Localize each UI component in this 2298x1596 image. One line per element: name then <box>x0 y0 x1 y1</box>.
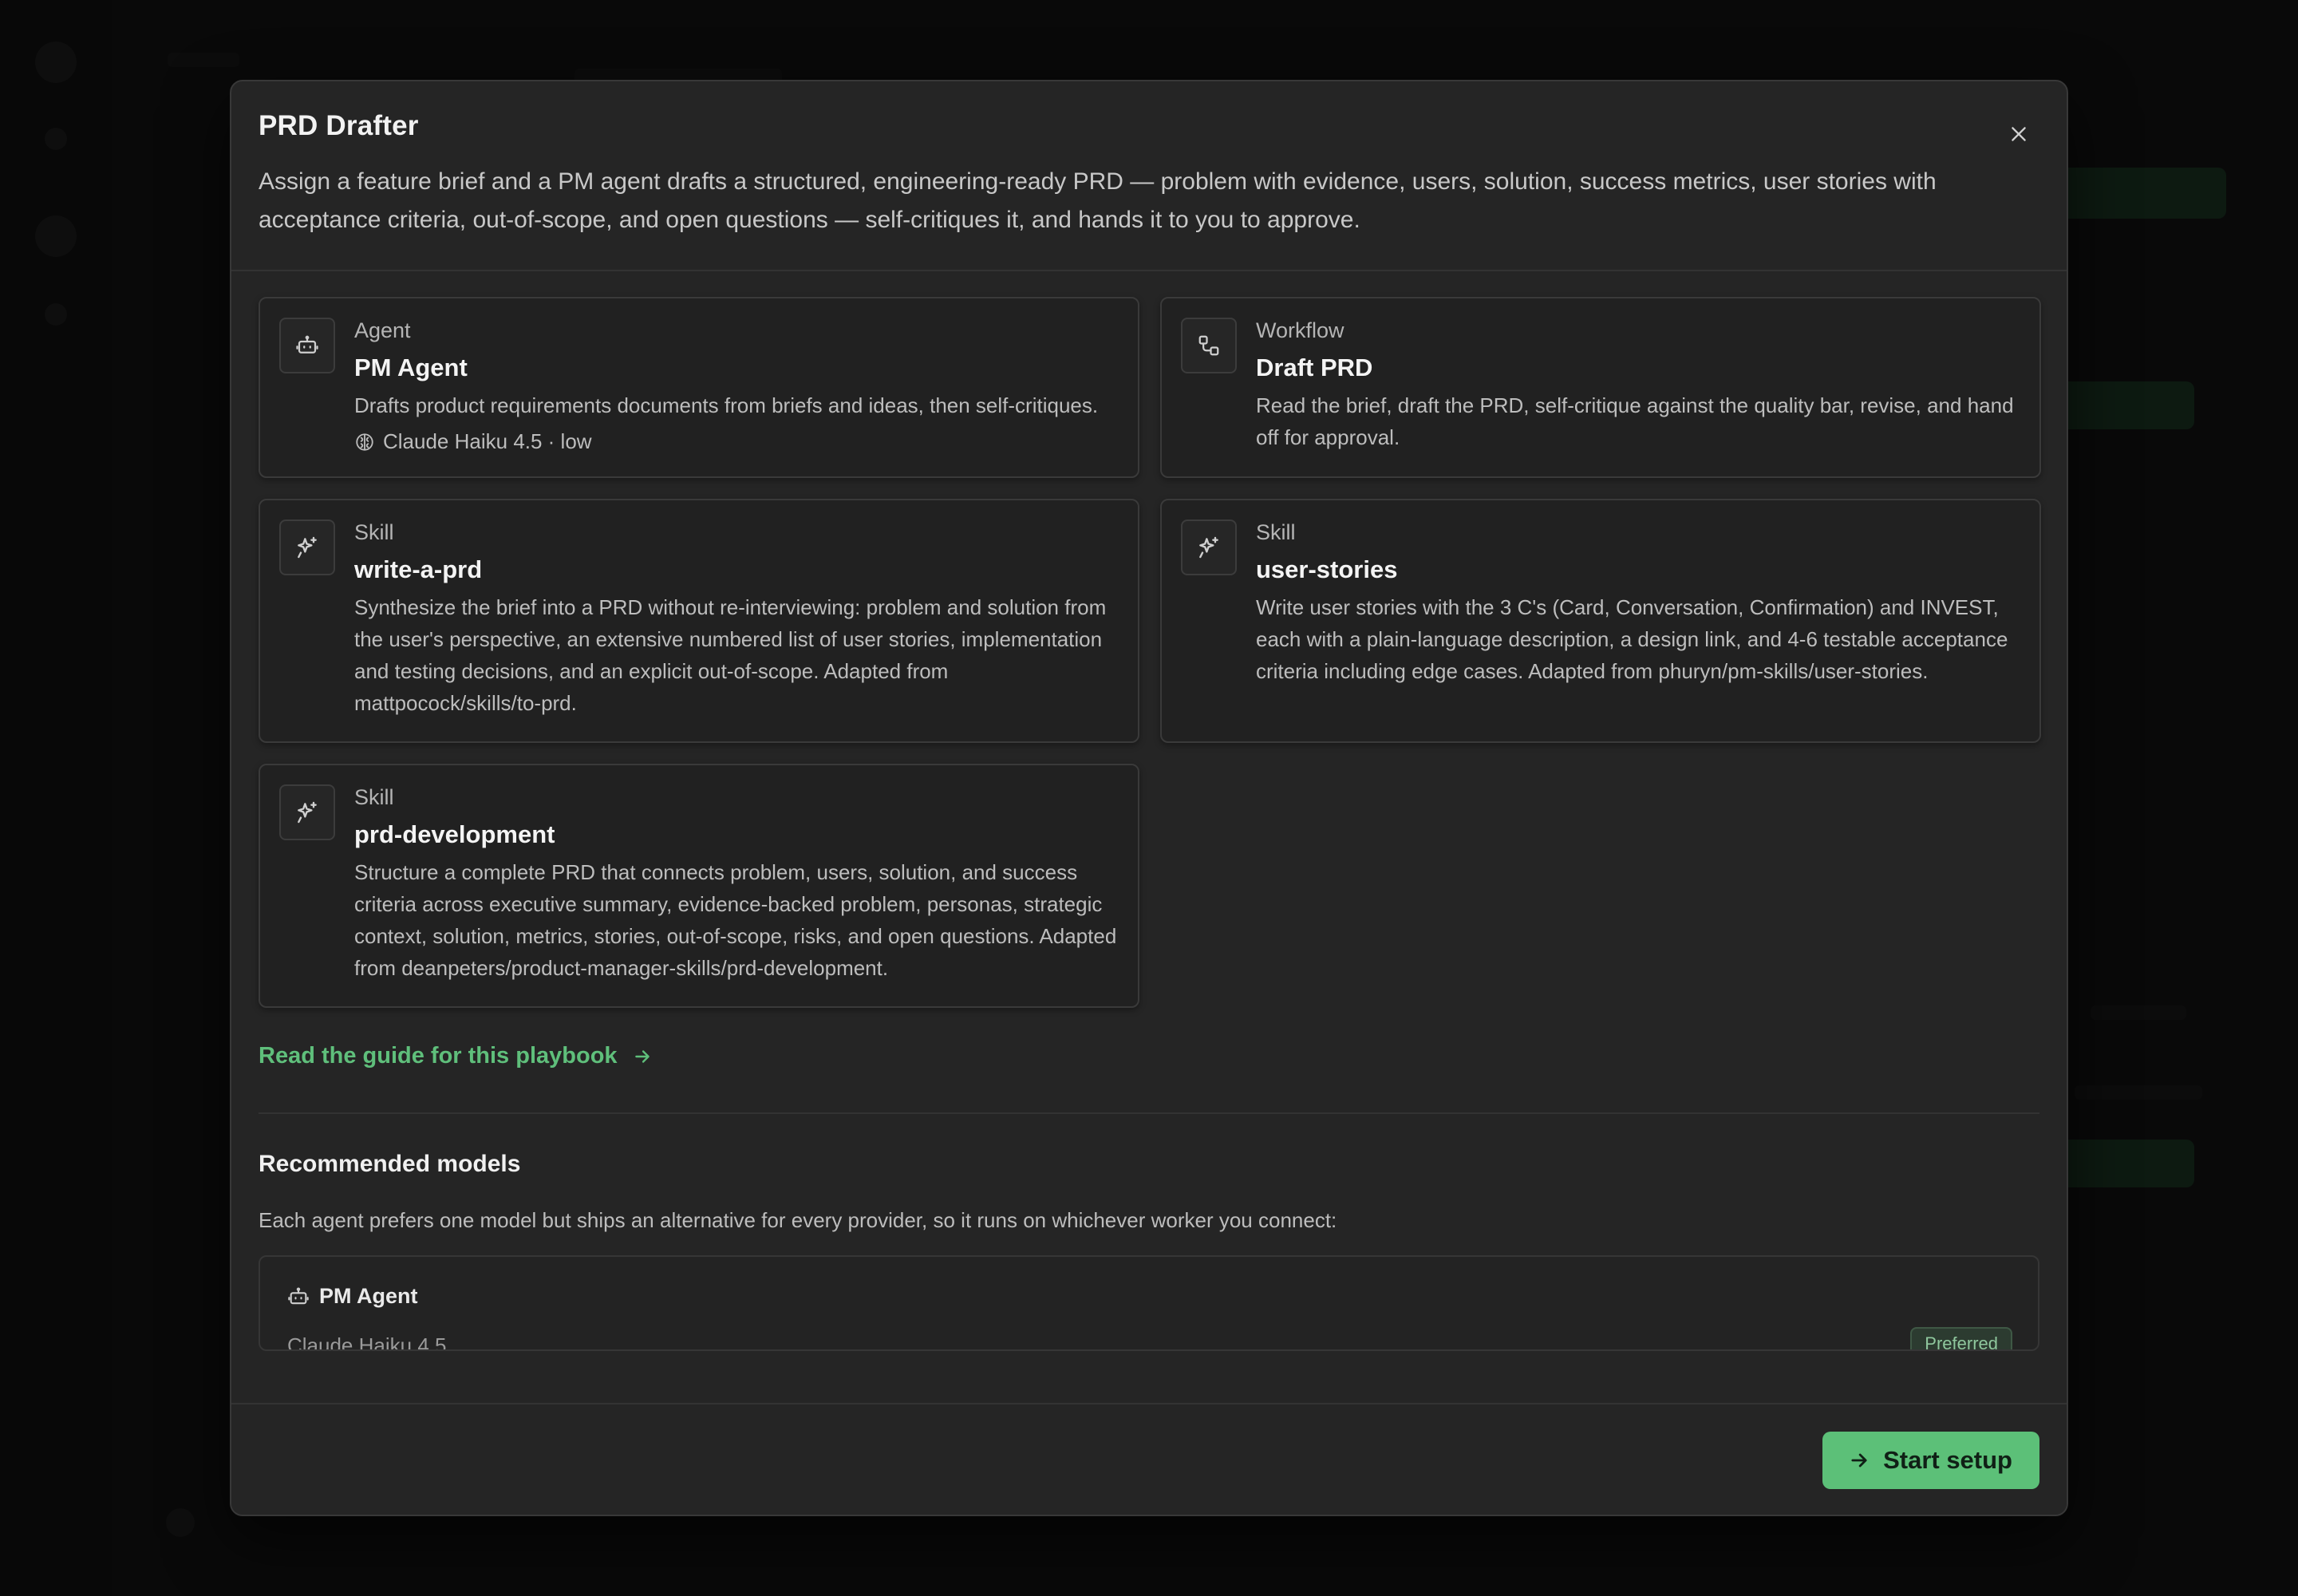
arrow-right-icon <box>1851 1453 1867 1468</box>
card-name: PM Agent <box>354 354 468 381</box>
card-kind: Skill <box>354 785 394 809</box>
dialog-description: Assign a feature brief and a PM agent dr… <box>259 168 1937 233</box>
skill-card[interactable]: Skill user-stories Write user stories wi… <box>1160 499 2041 743</box>
dialog-header: PRD Drafter Assign a feature brief and a… <box>231 81 2067 271</box>
skill-card[interactable]: Skill write-a-prd Synthesize the brief i… <box>259 499 1139 743</box>
card-name: prd-development <box>354 820 555 848</box>
card-description: Synthesize the brief into a PRD without … <box>354 595 1107 715</box>
model-agent-header: PM Agent <box>287 1284 2011 1309</box>
sparkle-icon <box>1181 519 1237 575</box>
card-description: Structure a complete PRD that connects p… <box>354 860 1117 980</box>
preferred-model-name: Claude Haiku 4.5 <box>287 1333 447 1351</box>
card-kind: Agent <box>354 318 411 342</box>
sparkle-icon <box>279 784 335 840</box>
robot-icon <box>288 1286 309 1304</box>
agent-card[interactable]: Agent PM Agent Drafts product requiremen… <box>259 297 1139 478</box>
card-description: Read the brief, draft the PRD, self-crit… <box>1256 393 2014 449</box>
robot-icon <box>279 318 335 373</box>
brain-icon <box>356 433 373 451</box>
preferred-badge: Preferred <box>1910 1327 2012 1349</box>
card-kind: Skill <box>1256 520 1296 544</box>
start-setup-label: Start setup <box>1883 1446 2012 1474</box>
section-divider <box>259 1112 2039 1114</box>
card-description: Drafts product requirements documents fr… <box>354 393 1099 417</box>
arrow-right-icon <box>634 1049 650 1063</box>
workflow-card[interactable]: Workflow Draft PRD Read the brief, draft… <box>1160 297 2041 478</box>
card-name: user-stories <box>1256 555 1398 583</box>
card-kind: Workflow <box>1256 318 1344 342</box>
start-setup-button[interactable]: Start setup <box>1822 1432 2039 1489</box>
dialog-footer: Start setup <box>231 1403 2067 1515</box>
card-name: write-a-prd <box>354 555 483 583</box>
dialog-body: Agent PM Agent Drafts product requiremen… <box>231 271 2067 1412</box>
close-icon <box>2012 127 2026 141</box>
sparkle-icon <box>279 519 335 575</box>
card-name: Draft PRD <box>1256 354 1373 381</box>
dialog-title: PRD Drafter <box>259 110 419 141</box>
workflow-icon <box>1181 318 1237 373</box>
guide-link-label: Read the guide for this playbook <box>259 1043 618 1069</box>
recommended-models-description: Each agent prefers one model but ships a… <box>259 1208 1337 1232</box>
playbook-dialog: PRD Drafter Assign a feature brief and a… <box>230 80 2068 1516</box>
skill-card[interactable]: Skill prd-development Structure a comple… <box>259 764 1139 1008</box>
agent-model-label: Claude Haiku 4.5 · low <box>383 429 592 453</box>
agent-model-meta: Claude Haiku 4.5 · low <box>354 429 1119 454</box>
card-kind: Skill <box>354 520 394 544</box>
close-button[interactable] <box>2003 118 2035 150</box>
recommended-models-title: Recommended models <box>259 1151 521 1177</box>
component-grid: Agent PM Agent Drafts product requiremen… <box>259 297 2041 1008</box>
guide-link[interactable]: Read the guide for this playbook <box>259 1043 653 1069</box>
model-agent-name: PM Agent <box>319 1284 418 1308</box>
card-description: Write user stories with the 3 C's (Card,… <box>1256 595 2008 683</box>
model-recommendation-panel: PM Agent Claude Haiku 4.5 Preferred <box>259 1255 2039 1351</box>
